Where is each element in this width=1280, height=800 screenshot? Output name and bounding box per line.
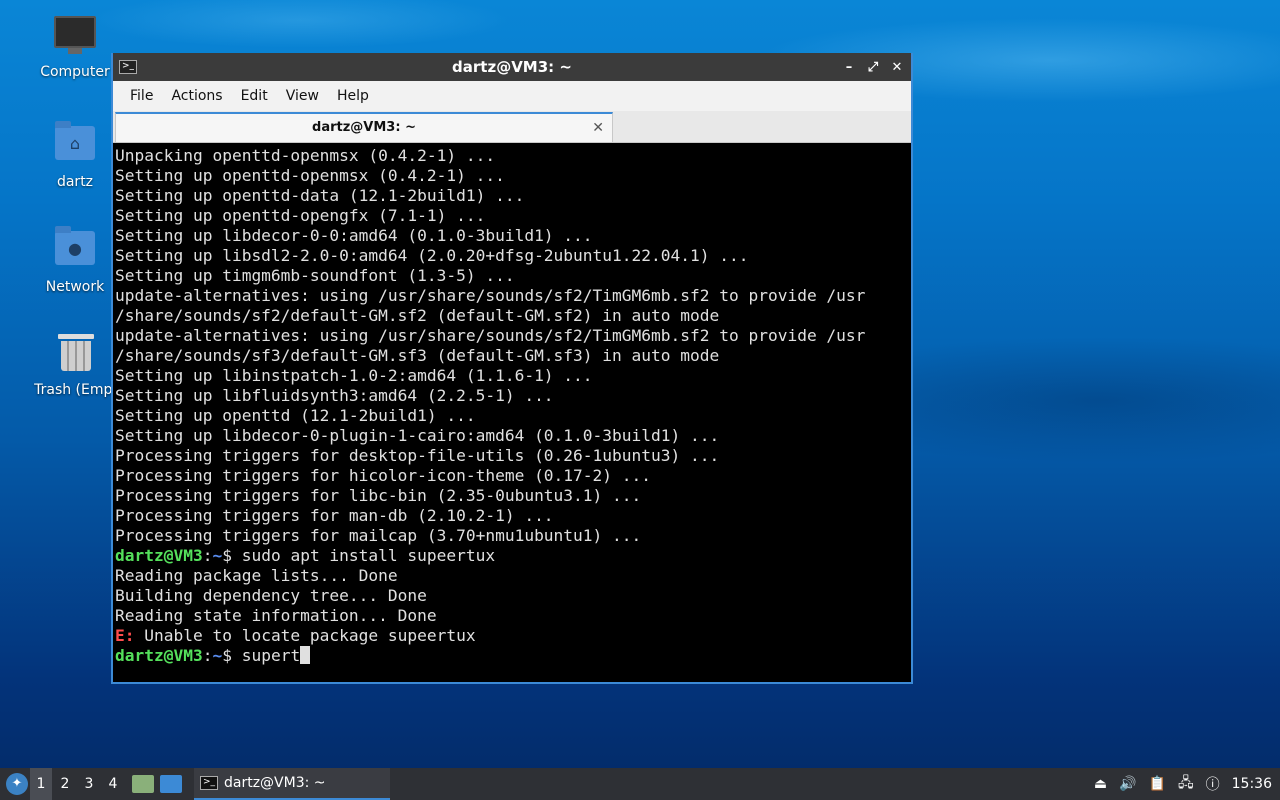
terminal-line: Setting up libinstpatch-1.0-2:amd64 (1.1… xyxy=(115,366,593,385)
terminal-line: Setting up libdecor-0-0:amd64 (0.1.0-3bu… xyxy=(115,226,593,245)
terminal-line: Processing triggers for hicolor-icon-the… xyxy=(115,466,652,485)
tab-label: dartz@VM3: ~ xyxy=(312,120,416,135)
error-prefix: E: xyxy=(115,626,135,645)
terminal-line: Setting up openttd-openmsx (0.4.2-1) ... xyxy=(115,166,505,185)
clipboard-icon[interactable]: 📋 xyxy=(1149,776,1166,792)
eject-icon[interactable]: ⏏ xyxy=(1094,776,1107,792)
terminal-line: Setting up openttd-opengfx (7.1-1) ... xyxy=(115,206,486,225)
menu-view[interactable]: View xyxy=(277,88,328,104)
terminal-line: Unpacking openttd-openmsx (0.4.2-1) ... xyxy=(115,146,496,165)
show-desktop-icon[interactable] xyxy=(160,775,182,793)
tab-close-icon[interactable]: ✕ xyxy=(592,114,604,142)
close-button[interactable]: ✕ xyxy=(889,60,905,75)
terminal-line: Setting up libdecor-0-plugin-1-cairo:amd… xyxy=(115,426,720,445)
terminal-line: Processing triggers for mailcap (3.70+nm… xyxy=(115,526,642,545)
prompt-user: dartz@VM3 xyxy=(115,646,203,665)
menu-edit[interactable]: Edit xyxy=(232,88,277,104)
command-text: supert xyxy=(241,646,301,665)
prompt-path: ~ xyxy=(212,646,223,665)
terminal-line: Setting up timgm6mb-soundfont (1.3-5) ..… xyxy=(115,266,515,285)
terminal-line: Setting up libfluidsynth3:amd64 (2.2.5-1… xyxy=(115,386,554,405)
terminal-window[interactable]: >_ dartz@VM3: ~ – ⤢ ✕ File Actions Edit … xyxy=(111,53,913,684)
network-icon[interactable]: 🖧 xyxy=(1178,772,1194,796)
clock[interactable]: 15:36 xyxy=(1232,776,1272,792)
desktop-icon-network[interactable]: ● Network xyxy=(25,225,125,295)
update-notifier-icon[interactable]: ⓘ xyxy=(1206,774,1220,794)
prompt-separator: : xyxy=(202,546,213,565)
terminal-prompt-line: dartz@VM3:~$ supert xyxy=(115,646,909,666)
desktop-icon-home[interactable]: ⌂ dartz xyxy=(25,120,125,190)
task-label: dartz@VM3: ~ xyxy=(224,775,326,791)
terminal-output[interactable]: Unpacking openttd-openmsx (0.4.2-1) ... S… xyxy=(113,143,911,682)
menu-help[interactable]: Help xyxy=(328,88,378,104)
terminal-icon: >_ xyxy=(200,776,218,790)
desktop-icon-label: dartz xyxy=(56,174,94,190)
prompt-user: dartz@VM3 xyxy=(115,546,203,565)
volume-icon[interactable]: 🔊 xyxy=(1119,776,1136,792)
prompt-separator: : xyxy=(202,646,213,665)
terminal-line: /share/sounds/sf2/default-GM.sf2 (defaul… xyxy=(115,306,720,325)
text-cursor xyxy=(300,646,311,664)
terminal-error-line: E: Unable to locate package supeertux xyxy=(115,626,909,646)
desktop-icon-label: Network xyxy=(45,279,105,295)
home-folder-icon: ⌂ xyxy=(53,121,97,170)
menu-file[interactable]: File xyxy=(121,88,162,104)
start-menu-icon[interactable]: ✦ xyxy=(6,773,28,795)
tab-bar: dartz@VM3: ~ ✕ xyxy=(113,111,911,143)
terminal-line: Reading package lists... Done xyxy=(115,566,398,585)
terminal-prompt-line: dartz@VM3:~$ sudo apt install supeertux xyxy=(115,546,909,566)
window-title: dartz@VM3: ~ xyxy=(452,58,572,76)
command-text: sudo apt install supeertux xyxy=(241,546,496,565)
terminal-line: update-alternatives: using /usr/share/so… xyxy=(115,326,866,345)
desktop-icon-label: Computer xyxy=(40,64,110,80)
prompt-dollar: $ xyxy=(222,546,242,565)
taskbar-task-terminal[interactable]: >_ dartz@VM3: ~ xyxy=(194,768,390,800)
terminal-line: /share/sounds/sf3/default-GM.sf3 (defaul… xyxy=(115,346,720,365)
terminal-line: Building dependency tree... Done xyxy=(115,586,427,605)
terminal-line: Reading state information... Done xyxy=(115,606,437,625)
terminal-line: Processing triggers for desktop-file-uti… xyxy=(115,446,720,465)
minimize-button[interactable]: – xyxy=(841,60,857,75)
terminal-line: Setting up openttd-data (12.1-2build1) .… xyxy=(115,186,525,205)
terminal-line: Setting up openttd (12.1-2build1) ... xyxy=(115,406,476,425)
file-manager-icon[interactable] xyxy=(132,775,154,793)
prompt-path: ~ xyxy=(212,546,223,565)
trash-icon xyxy=(54,334,98,378)
terminal-line: Processing triggers for man-db (2.10.2-1… xyxy=(115,506,554,525)
terminal-line: Processing triggers for libc-bin (2.35-0… xyxy=(115,486,642,505)
terminal-line: update-alternatives: using /usr/share/so… xyxy=(115,286,866,305)
network-folder-icon: ● xyxy=(53,226,97,275)
maximize-button[interactable]: ⤢ xyxy=(865,60,881,75)
taskbar: ✦ 1 2 3 4 >_ dartz@VM3: ~ ⏏ 🔊 📋 🖧 ⓘ 15:3… xyxy=(0,768,1280,800)
tab-terminal[interactable]: dartz@VM3: ~ ✕ xyxy=(115,112,613,142)
workspace-4[interactable]: 4 xyxy=(102,768,124,800)
computer-icon xyxy=(53,16,97,60)
workspace-1[interactable]: 1 xyxy=(30,768,52,800)
menubar: File Actions Edit View Help xyxy=(113,81,911,111)
error-message: Unable to locate package supeertux xyxy=(134,626,476,645)
workspace-3[interactable]: 3 xyxy=(78,768,100,800)
menu-actions[interactable]: Actions xyxy=(162,88,231,104)
window-titlebar[interactable]: >_ dartz@VM3: ~ – ⤢ ✕ xyxy=(113,53,911,81)
prompt-dollar: $ xyxy=(222,646,242,665)
desktop-icon-computer[interactable]: Computer xyxy=(25,16,125,80)
workspace-2[interactable]: 2 xyxy=(54,768,76,800)
terminal-line: Setting up libsdl2-2.0-0:amd64 (2.0.20+d… xyxy=(115,246,749,265)
system-tray: ⏏ 🔊 📋 🖧 ⓘ 15:36 xyxy=(1094,768,1280,800)
